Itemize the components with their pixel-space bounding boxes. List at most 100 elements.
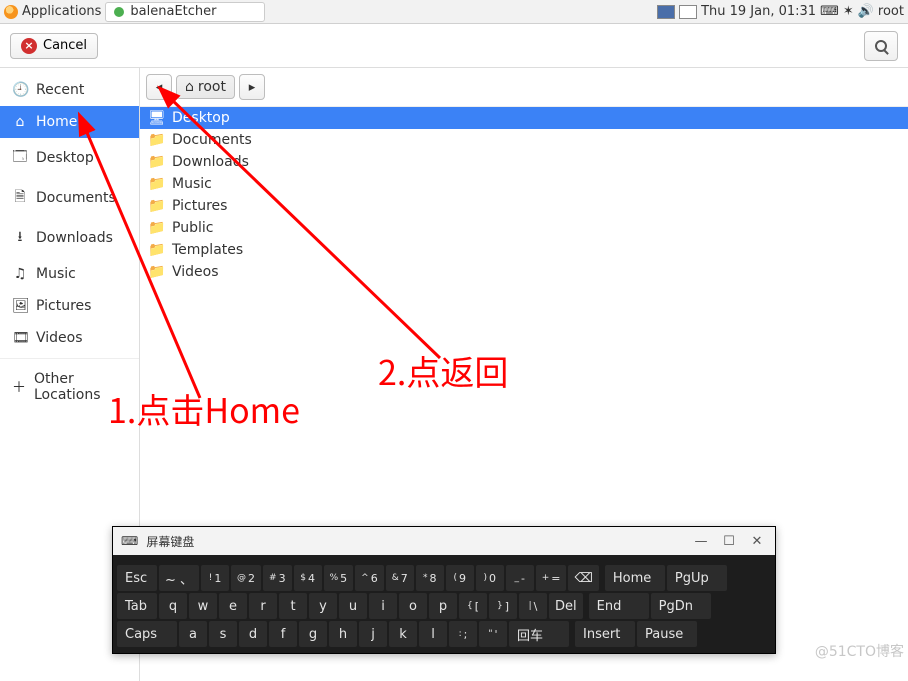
sidebar-pictures[interactable]: 🖼Pictures [0,290,139,322]
key-q[interactable]: q [159,593,187,619]
cancel-icon: × [21,38,37,54]
key-a[interactable]: a [179,621,207,647]
key-t[interactable]: t [279,593,307,619]
key-5[interactable]: %5 [324,565,354,591]
key-home[interactable]: Home [605,565,665,591]
etcher-icon [114,7,124,17]
key-tab[interactable]: Tab [117,593,157,619]
music-icon: ♫ [12,266,28,282]
key-1[interactable]: !1 [201,565,229,591]
key-backspace[interactable]: ⌫ [568,565,598,591]
close-button[interactable]: ✕ [747,534,767,549]
file-row-videos[interactable]: 📁Videos [140,261,908,283]
sidebar-music[interactable]: ♫Music [0,258,139,290]
sidebar-desktop[interactable]: 🗔Desktop [0,138,139,178]
file-row-downloads[interactable]: 📁Downloads [140,151,908,173]
key-u[interactable]: u [339,593,367,619]
key-7[interactable]: &7 [386,565,414,591]
folder-icon: 📁 [148,220,164,236]
cancel-button[interactable]: × Cancel [10,33,98,59]
key-[[interactable]: {[ [459,593,487,619]
key-tilde[interactable]: ~ 、 [159,565,199,591]
onscreen-keyboard-window[interactable]: ⌨ 屏幕键盘 — ☐ ✕ Esc ~ 、 !1@2#3$4%5^6&7*8(9)… [112,526,776,654]
key-\[interactable]: |\ [519,593,547,619]
minimize-button[interactable]: — [691,534,711,549]
key-d[interactable]: d [239,621,267,647]
key-4[interactable]: $4 [294,565,322,591]
xfce-icon [4,5,18,19]
key-k[interactable]: k [389,621,417,647]
sidebar-downloads[interactable]: ⭳Downloads [0,218,139,258]
key-pause[interactable]: Pause [637,621,697,647]
file-row-desktop[interactable]: 🖥Desktop [140,107,908,129]
file-list[interactable]: 🖥Desktop 📁Documents 📁Downloads 📁Music 📁P… [140,106,908,283]
file-row-public[interactable]: 📁Public [140,217,908,239]
sidebar-home[interactable]: ⌂Home [0,106,139,138]
key-esc[interactable]: Esc [117,565,157,591]
keyboard-tray-icon[interactable]: ⌨ [820,4,839,19]
key-i[interactable]: i [369,593,397,619]
taskbar-item-balenaetcher[interactable]: balenaEtcher [105,2,265,22]
file-row-templates[interactable]: 📁Templates [140,239,908,261]
back-button[interactable]: ◂ [146,74,172,100]
show-desktop-button[interactable] [657,5,675,19]
key-s[interactable]: s [209,621,237,647]
key-o[interactable]: o [399,593,427,619]
file-row-pictures[interactable]: 📁Pictures [140,195,908,217]
plus-icon: ＋ [12,377,26,397]
key-2[interactable]: @2 [231,565,261,591]
videos-icon: 🎞 [12,330,28,346]
key-6[interactable]: ^6 [355,565,384,591]
key-insert[interactable]: Insert [575,621,635,647]
key-enter[interactable]: 回车 [509,621,569,647]
sidebar-recent[interactable]: 🕘Recent [0,74,139,106]
key-=[interactable]: += [536,565,567,591]
key-y[interactable]: y [309,593,337,619]
sidebar-documents[interactable]: 🗎Documents [0,178,139,218]
key--[interactable]: _- [506,565,534,591]
breadcrumb-root[interactable]: ⌂ root [176,75,235,99]
key-;[interactable]: :; [449,621,477,647]
key-3[interactable]: #3 [263,565,292,591]
volume-tray-icon[interactable]: 🔊 [858,4,874,19]
key-h[interactable]: h [329,621,357,647]
key-'[interactable]: "' [479,621,507,647]
sidebar-videos[interactable]: 🎞Videos [0,322,139,354]
key-][interactable]: }] [489,593,517,619]
network-tray-icon[interactable]: ✶ [843,4,854,19]
sidebar-other-locations[interactable]: ＋Other Locations [0,363,139,411]
key-del[interactable]: Del [549,593,583,619]
key-9[interactable]: (9 [446,565,474,591]
key-l[interactable]: l [419,621,447,647]
osk-row1: Esc ~ 、 !1@2#3$4%5^6&7*8(9)0_-+= ⌫ Home … [117,565,771,591]
key-pgup[interactable]: PgUp [667,565,727,591]
maximize-button[interactable]: ☐ [719,534,739,549]
applications-menu[interactable]: Applications [4,4,101,19]
key-r[interactable]: r [249,593,277,619]
key-caps[interactable]: Caps [117,621,177,647]
key-f[interactable]: f [269,621,297,647]
key-8[interactable]: *8 [416,565,444,591]
user-label[interactable]: root [878,4,904,19]
search-button[interactable] [864,31,898,61]
os-panel: Applications balenaEtcher Thu 19 Jan, 01… [0,0,908,24]
file-row-documents[interactable]: 📁Documents [140,129,908,151]
clock[interactable]: Thu 19 Jan, 01:31 [701,4,816,19]
downloads-icon: ⭳ [12,226,28,250]
file-row-music[interactable]: 📁Music [140,173,908,195]
tray-icon[interactable] [679,5,697,19]
key-end[interactable]: End [589,593,649,619]
key-j[interactable]: j [359,621,387,647]
osk-titlebar[interactable]: ⌨ 屏幕键盘 — ☐ ✕ [113,527,775,555]
key-p[interactable]: p [429,593,457,619]
key-e[interactable]: e [219,593,247,619]
key-g[interactable]: g [299,621,327,647]
key-w[interactable]: w [189,593,217,619]
keyboard-icon: ⌨ [121,534,138,548]
key-pgdn[interactable]: PgDn [651,593,711,619]
key-0[interactable]: )0 [476,565,504,591]
task-label: balenaEtcher [130,4,216,19]
folder-icon: 📁 [148,242,164,258]
forward-button[interactable]: ▸ [239,74,265,100]
home-icon: ⌂ [185,79,194,95]
